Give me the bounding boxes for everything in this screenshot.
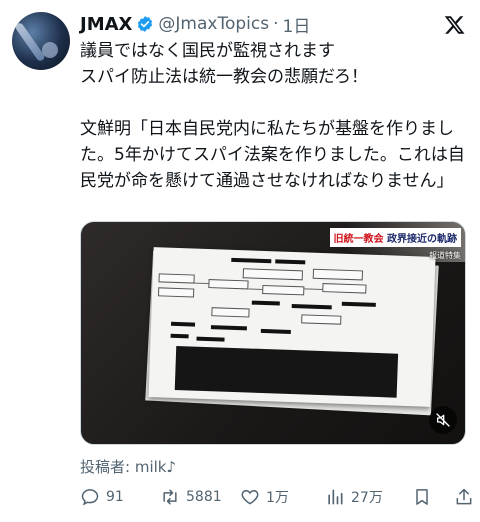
action-bar: 91 5881 1万 27万 bbox=[80, 485, 472, 509]
share-icon bbox=[456, 488, 472, 505]
views-icon bbox=[328, 489, 343, 505]
views-button[interactable]: 27万 bbox=[325, 487, 383, 507]
like-button[interactable]: 1万 bbox=[240, 487, 289, 507]
bookmark-button[interactable] bbox=[412, 487, 432, 507]
video-media[interactable]: 旧統一教会 政界接近の軌跡 報道特集 bbox=[80, 221, 466, 445]
reply-icon bbox=[81, 489, 99, 506]
retweet-count: 5881 bbox=[186, 489, 222, 505]
banner-sub: 報道特集 bbox=[429, 251, 461, 260]
banner-main: 政界接近の軌跡 bbox=[387, 234, 457, 245]
attribution: 投稿者: milk♪ bbox=[80, 456, 176, 477]
author-handle[interactable]: @JmaxTopics bbox=[158, 14, 269, 34]
time-separator: · bbox=[273, 14, 279, 34]
banner-prefix: 旧統一教会 bbox=[333, 234, 384, 245]
views-count: 27万 bbox=[351, 490, 383, 506]
author-name[interactable]: JMAX bbox=[80, 14, 132, 35]
tweet-text: 議員ではなく国民が監視されます スパイ防止法は統一教会の悲願だろ！ 文鮮明「日本… bbox=[80, 41, 465, 191]
tweet-header: JMAX @JmaxTopics · 1日 bbox=[80, 12, 311, 37]
verified-badge-icon bbox=[138, 16, 153, 32]
attribution-label: 投稿者: bbox=[80, 458, 135, 476]
reply-count: 91 bbox=[106, 489, 124, 505]
bookmark-icon bbox=[416, 489, 428, 505]
post-time[interactable]: 1日 bbox=[283, 12, 311, 37]
like-count: 1万 bbox=[266, 490, 289, 506]
like-icon bbox=[241, 489, 259, 505]
news-banner: 旧統一教会 政界接近の軌跡 報道特集 bbox=[329, 228, 461, 261]
attribution-user[interactable]: milk♪ bbox=[135, 458, 176, 476]
document-sheet bbox=[148, 247, 436, 407]
retweet-icon bbox=[163, 489, 177, 505]
reply-button[interactable]: 91 bbox=[80, 487, 124, 507]
author-avatar[interactable] bbox=[12, 12, 70, 70]
retweet-button[interactable]: 5881 bbox=[160, 487, 222, 507]
share-button[interactable] bbox=[454, 487, 474, 507]
x-logo-icon[interactable] bbox=[444, 14, 466, 36]
redacted-block bbox=[174, 345, 399, 398]
mute-icon bbox=[436, 413, 450, 427]
mute-button[interactable] bbox=[429, 406, 457, 434]
